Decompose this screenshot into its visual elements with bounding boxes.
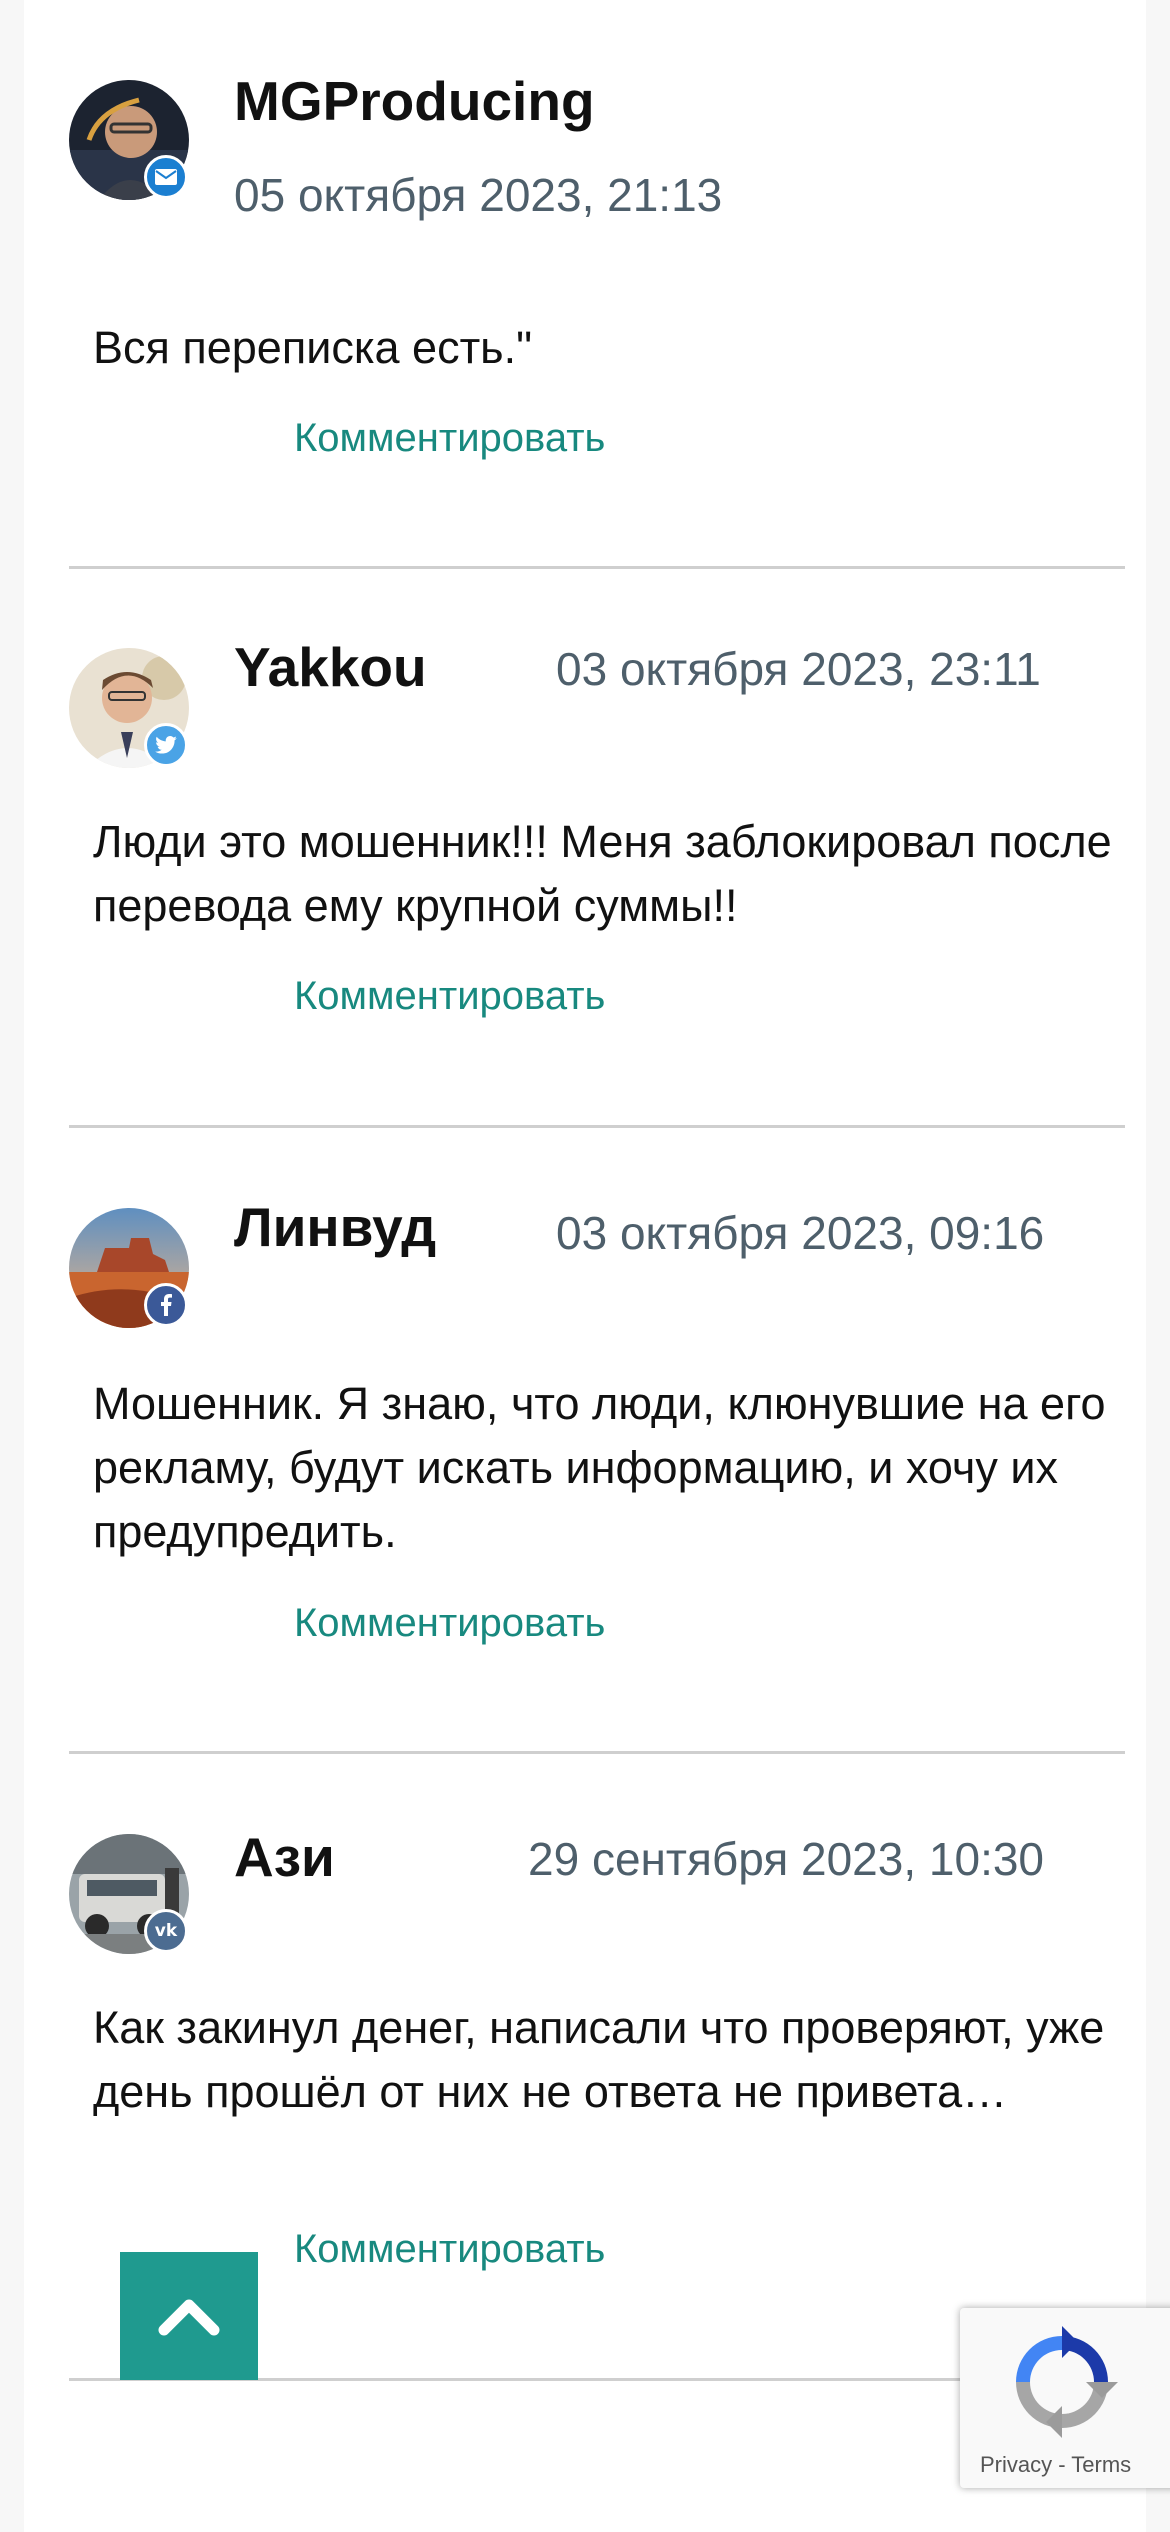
comment-reply-link[interactable]: Комментировать: [294, 976, 605, 1016]
recaptcha-badge[interactable]: Privacy - Terms: [960, 2308, 1170, 2488]
comment-item: MGProducing 05 октября 2023, 21:13 Вся п…: [69, 74, 1125, 480]
link-separator: -: [1052, 2452, 1072, 2477]
comment-reply-link[interactable]: Комментировать: [294, 1603, 605, 1643]
divider: [69, 566, 1125, 569]
comment-text: Как закинул денег, написали что проверяю…: [93, 2002, 1105, 2117]
comment-item: vk Ази 29 сентября 2023, 10:30 Как закин…: [69, 1830, 1125, 2269]
chevron-up-icon: [158, 2299, 220, 2336]
comment-date: 03 октября 2023, 23:11: [556, 643, 1041, 695]
comment-author: Линвуд: [234, 1196, 437, 1258]
comment-text: Мошенник. Я знаю, что люди, клюнувшие на…: [93, 1378, 1106, 1557]
divider: [69, 1125, 1125, 1128]
privacy-link[interactable]: Privacy: [980, 2452, 1052, 2477]
recaptcha-links: Privacy - Terms: [980, 2452, 1131, 2478]
page: MGProducing 05 октября 2023, 21:13 Вся п…: [24, 0, 1146, 2532]
terms-link[interactable]: Terms: [1071, 2452, 1131, 2477]
comment-reply-link[interactable]: Комментировать: [294, 2229, 605, 2269]
comment-date: 05 октября 2023, 21:13: [234, 169, 723, 221]
comment-author: Yakkou: [234, 636, 427, 698]
comment-date: 29 сентября 2023, 10:30: [528, 1833, 1045, 1885]
recaptcha-icon: [1016, 2326, 1118, 2438]
divider: [69, 1751, 1125, 1754]
comment-author: MGProducing: [234, 70, 595, 132]
comment-item: Yakkou 03 октября 2023, 23:11 Люди это м…: [69, 640, 1125, 1048]
comment-date: 03 октября 2023, 09:16: [556, 1207, 1045, 1259]
mail-icon: [144, 155, 188, 199]
comment-text: Вся переписка есть.": [93, 322, 533, 373]
comment-item: Линвуд 03 октября 2023, 09:16 Мошенник. …: [69, 1200, 1125, 1643]
comment-text: Люди это мошенник!!! Меня заблокировал п…: [93, 816, 1112, 931]
comment-author: Ази: [234, 1826, 335, 1888]
scroll-top-button[interactable]: [120, 2252, 258, 2380]
comment-reply-link[interactable]: Комментировать: [294, 418, 605, 458]
facebook-icon: [144, 1283, 188, 1327]
vk-icon: vk: [144, 1909, 188, 1953]
twitter-icon: [144, 723, 188, 767]
